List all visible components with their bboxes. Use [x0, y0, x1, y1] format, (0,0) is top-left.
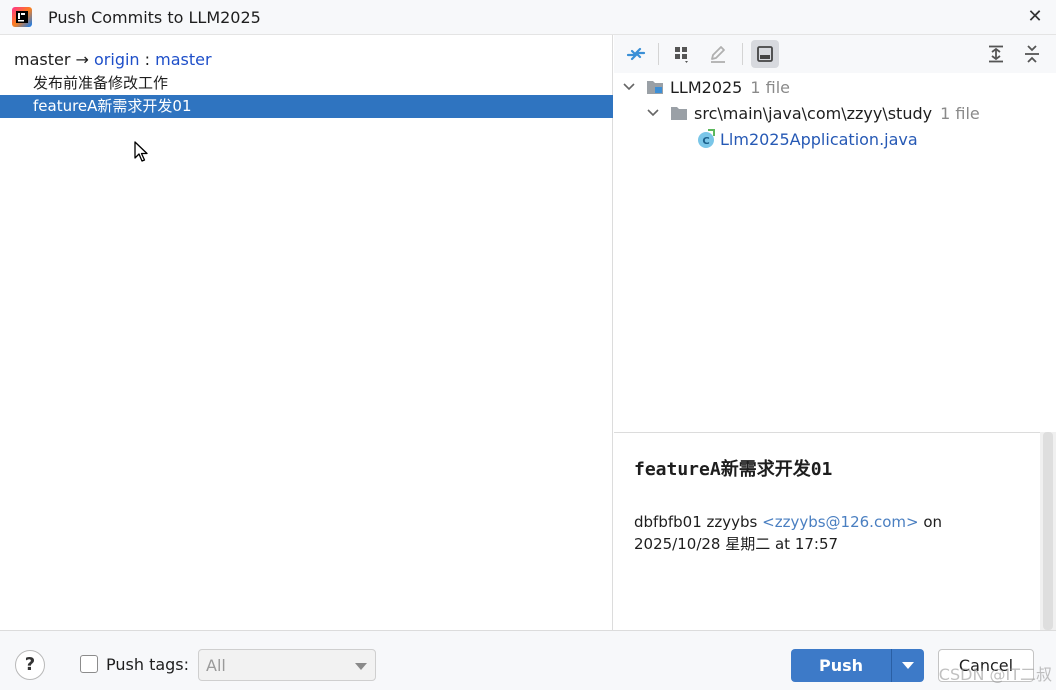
- remote-name-link[interactable]: origin: [94, 50, 140, 69]
- chevron-down-icon: [355, 663, 367, 670]
- commit-hash[interactable]: dbfbfb01: [634, 513, 702, 531]
- tree-node-file[interactable]: C Llm2025Application.java: [696, 127, 918, 151]
- chevron-down-icon: [623, 83, 635, 91]
- root-name: LLM2025: [670, 77, 743, 97]
- close-icon[interactable]: ✕: [1024, 6, 1046, 28]
- commit-date: 2025/10/28 星期二 at 17:57: [634, 535, 839, 553]
- preview-diff-toggle[interactable]: [751, 40, 779, 68]
- folder-icon: [671, 107, 687, 120]
- commit-author: zzyybs: [706, 513, 758, 531]
- branch-target[interactable]: master → origin : master: [14, 50, 212, 69]
- expand-all-icon: [989, 45, 1003, 63]
- tree-node-root[interactable]: LLM2025 1 file: [622, 75, 790, 99]
- tree-node-folder[interactable]: src\main\java\com\zzyy\study 1 file: [646, 101, 980, 125]
- commit-row-selected[interactable]: featureA新需求开发01: [0, 95, 613, 118]
- author-email-link[interactable]: <zzyybs@126.com>: [762, 513, 918, 531]
- push-split-button[interactable]: Push: [791, 649, 924, 682]
- commit-details-panel: featureA新需求开发01 dbfbfb01 zzyybs <zzyybs@…: [614, 432, 1040, 630]
- commit-details-title: featureA新需求开发01: [634, 459, 833, 480]
- grid-dropdown-icon: [675, 47, 688, 63]
- branch-separator: :: [139, 50, 156, 69]
- file-name: Llm2025Application.java: [720, 129, 918, 149]
- window-title: Push Commits to LLM2025: [48, 8, 261, 27]
- compare-arrows-icon: [626, 47, 646, 61]
- commit-message: 发布前准备修改工作: [33, 74, 169, 92]
- push-tags-label[interactable]: Push tags:: [106, 655, 189, 674]
- help-button[interactable]: ?: [15, 650, 45, 680]
- changes-pane: LLM2025 1 file src\main\java\com\zzyy\st…: [614, 35, 1056, 630]
- push-button[interactable]: Push: [791, 649, 891, 682]
- commit-details-meta: dbfbfb01 zzyybs <zzyybs@126.com> on 2025…: [634, 511, 1034, 555]
- collapse-all-button[interactable]: [1018, 40, 1046, 68]
- push-tags-checkbox[interactable]: [80, 655, 98, 673]
- svg-text:C: C: [702, 136, 709, 147]
- mouse-cursor-icon: [134, 141, 148, 162]
- preview-panel-icon: [757, 46, 773, 62]
- show-diff-button[interactable]: [622, 40, 650, 68]
- module-folder-icon: [647, 81, 663, 94]
- folder-path: src\main\java\com\zzyy\study: [694, 103, 933, 123]
- folder-file-count: 1 file: [940, 103, 980, 123]
- on-word: on: [923, 513, 943, 531]
- local-branch: master: [14, 50, 71, 69]
- arrow-icon: →: [75, 50, 89, 69]
- commits-pane: master → origin : master 发布前准备修改工作 featu…: [0, 35, 613, 630]
- root-file-count: 1 file: [750, 77, 790, 97]
- dropdown-arrow-icon: [902, 662, 914, 669]
- commit-row[interactable]: 发布前准备修改工作: [0, 72, 613, 95]
- commit-message: featureA新需求开发01: [33, 97, 192, 115]
- changes-toolbar: [614, 35, 1056, 73]
- expand-all-button[interactable]: [982, 40, 1010, 68]
- push-options-dropdown[interactable]: [892, 649, 924, 682]
- spring-java-class-icon: C: [698, 129, 715, 148]
- collapse-all-icon: [1025, 45, 1039, 63]
- remote-branch-link[interactable]: master: [155, 50, 211, 69]
- dialog-footer: ? Push tags: All Push Cancel CSDN @IT二叔: [0, 630, 1056, 690]
- watermark: CSDN @IT二叔: [938, 665, 1052, 684]
- edit-source-button[interactable]: [704, 40, 732, 68]
- title-bar: Push Commits to LLM2025 ✕: [0, 0, 1056, 35]
- group-by-button[interactable]: [668, 40, 696, 68]
- push-tags-select-value: All: [206, 656, 226, 675]
- chevron-down-icon: [647, 109, 659, 117]
- details-scrollbar[interactable]: [1040, 432, 1056, 630]
- push-tags-select[interactable]: All: [198, 649, 376, 681]
- changed-files-tree: LLM2025 1 file src\main\java\com\zzyy\st…: [614, 73, 1056, 433]
- scrollbar-thumb[interactable]: [1043, 432, 1053, 630]
- pencil-icon: [711, 46, 725, 63]
- intellij-app-icon: [12, 7, 32, 27]
